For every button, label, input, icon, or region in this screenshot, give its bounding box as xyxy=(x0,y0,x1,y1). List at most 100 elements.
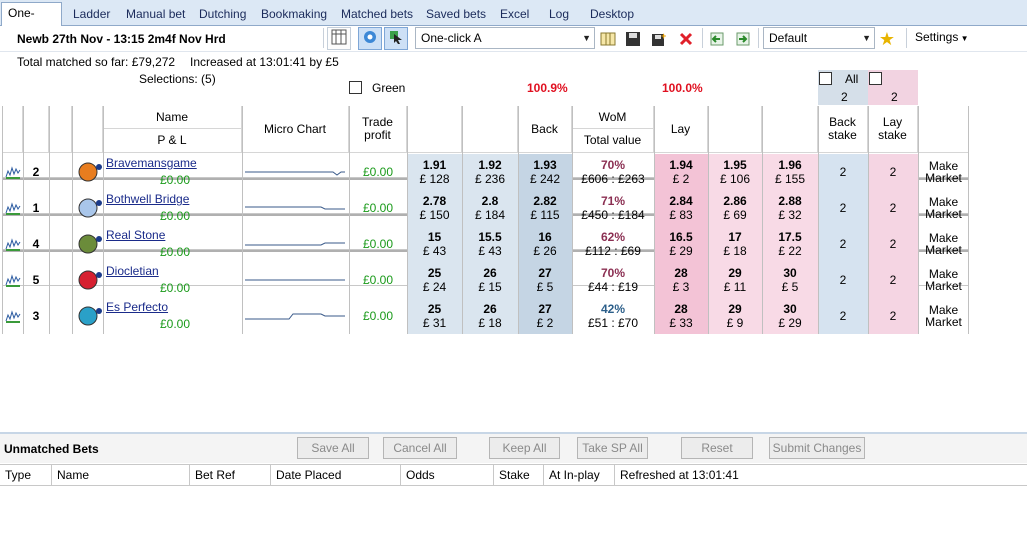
tab-desktop[interactable]: Desktop xyxy=(584,4,640,25)
col-date-placed[interactable]: Date Placed xyxy=(271,465,401,485)
lay-stake[interactable]: 2 xyxy=(868,226,918,262)
header-lay-3[interactable] xyxy=(762,106,818,153)
tab-manual-bet[interactable]: Manual bet xyxy=(120,4,191,25)
lay-price-3[interactable]: 2.88 £ 32 xyxy=(762,190,818,226)
lay-price-2[interactable]: 29 £ 11 xyxy=(708,262,762,298)
header-wom[interactable]: WoM xyxy=(572,106,654,129)
header-lay-stake[interactable]: Lay stake xyxy=(868,106,918,153)
back-price-best[interactable]: 2.82 £ 115 xyxy=(518,190,572,226)
lay-stake[interactable]: 2 xyxy=(868,190,918,226)
header-pl[interactable]: P & L xyxy=(103,129,242,153)
back-price-3[interactable]: 1.91 £ 128 xyxy=(407,154,462,190)
header-lay[interactable]: Lay xyxy=(654,106,708,153)
back-price-3[interactable]: 25 £ 24 xyxy=(407,262,462,298)
settings-menu[interactable]: Settings ▼ xyxy=(915,30,969,44)
lay-price-2[interactable]: 29 £ 9 xyxy=(708,298,762,334)
lay-stake[interactable]: 2 xyxy=(868,262,918,298)
all-back-checkbox[interactable] xyxy=(819,72,832,85)
tab-matched-bets[interactable]: Matched bets xyxy=(335,4,419,25)
reset-button[interactable]: Reset xyxy=(681,437,753,459)
col-name[interactable]: Name xyxy=(52,465,190,485)
lay-price-2[interactable]: 1.95 £ 106 xyxy=(708,154,762,190)
tab-ladder[interactable]: Ladder xyxy=(67,4,116,25)
header-blank[interactable] xyxy=(2,106,23,153)
lay-price-best[interactable]: 1.94 £ 2 xyxy=(654,154,708,190)
lay-price-2[interactable]: 2.86 £ 69 xyxy=(708,190,762,226)
col-bet-ref[interactable]: Bet Ref xyxy=(190,465,271,485)
back-price-2[interactable]: 2.8 £ 184 xyxy=(462,190,518,226)
back-price-best[interactable]: 27 £ 2 xyxy=(518,298,572,334)
runner-name[interactable]: Bravemansgame xyxy=(106,156,241,170)
header-back-stake[interactable]: Back stake xyxy=(818,106,868,153)
back-price-3[interactable]: 15 £ 43 xyxy=(407,226,462,262)
keep-all-button[interactable]: Keep All xyxy=(489,437,560,459)
chart-icon[interactable] xyxy=(2,157,23,187)
make-market-button[interactable]: Make Market xyxy=(918,298,969,334)
lay-price-2[interactable]: 17 £ 18 xyxy=(708,226,762,262)
tab-saved-bets[interactable]: Saved bets xyxy=(420,4,492,25)
make-market-button[interactable]: Make Market xyxy=(918,226,969,262)
back-price-best[interactable]: 16 £ 26 xyxy=(518,226,572,262)
save-all-button[interactable]: Save All xyxy=(297,437,369,459)
header-back[interactable]: Back xyxy=(518,106,572,153)
header-back-3[interactable] xyxy=(407,106,462,153)
green-checkbox[interactable] xyxy=(349,81,362,94)
back-price-2[interactable]: 1.92 £ 236 xyxy=(462,154,518,190)
back-price-3[interactable]: 25 £ 31 xyxy=(407,298,462,334)
header-micro-chart[interactable]: Micro Chart xyxy=(242,106,349,153)
lay-price-3[interactable]: 30 £ 29 xyxy=(762,298,818,334)
preset-select[interactable]: Default ▼ xyxy=(763,27,875,49)
back-price-best[interactable]: 27 £ 5 xyxy=(518,262,572,298)
lay-price-3[interactable]: 1.96 £ 155 xyxy=(762,154,818,190)
export-icon[interactable] xyxy=(734,30,752,48)
make-market-button[interactable]: Make Market xyxy=(918,262,969,298)
make-market-button[interactable]: Make Market xyxy=(918,154,969,190)
lay-price-best[interactable]: 28 £ 3 xyxy=(654,262,708,298)
settings-gear-button[interactable] xyxy=(358,27,382,50)
back-stake[interactable]: 2 xyxy=(818,226,868,262)
make-market-button[interactable]: Make Market xyxy=(918,190,969,226)
runner-name[interactable]: Bothwell Bridge xyxy=(106,192,241,206)
runner-name[interactable]: Real Stone xyxy=(106,228,241,242)
submit-changes-button[interactable]: Submit Changes xyxy=(769,437,865,459)
col-type[interactable]: Type xyxy=(0,465,52,485)
lay-stake[interactable]: 2 xyxy=(868,154,918,190)
grid-view-button[interactable] xyxy=(327,27,351,50)
header-blank[interactable] xyxy=(49,106,72,153)
star-icon[interactable]: ★ xyxy=(878,29,896,49)
chart-icon[interactable] xyxy=(2,229,23,259)
header-back-2[interactable] xyxy=(462,106,518,153)
tab-dutching[interactable]: Dutching xyxy=(193,4,252,25)
lay-price-best[interactable]: 16.5 £ 29 xyxy=(654,226,708,262)
tab-one-click[interactable]: One-click xyxy=(1,2,62,40)
lay-price-3[interactable]: 17.5 £ 22 xyxy=(762,226,818,262)
col-odds[interactable]: Odds xyxy=(401,465,494,485)
back-price-2[interactable]: 26 £ 15 xyxy=(462,262,518,298)
back-stake[interactable]: 2 xyxy=(818,262,868,298)
header-blank[interactable] xyxy=(72,106,103,153)
lay-price-best[interactable]: 28 £ 33 xyxy=(654,298,708,334)
back-price-3[interactable]: 2.78 £ 150 xyxy=(407,190,462,226)
chart-icon[interactable] xyxy=(2,193,23,223)
back-price-2[interactable]: 15.5 £ 43 xyxy=(462,226,518,262)
runner-name[interactable]: Es Perfecto xyxy=(106,300,241,314)
header-blank[interactable] xyxy=(23,106,49,153)
header-name[interactable]: Name xyxy=(103,106,242,129)
lay-stake[interactable]: 2 xyxy=(868,298,918,334)
chart-icon[interactable] xyxy=(2,301,23,331)
chart-icon[interactable] xyxy=(2,265,23,295)
tab-log[interactable]: Log xyxy=(543,4,575,25)
back-stake[interactable]: 2 xyxy=(818,154,868,190)
back-price-2[interactable]: 26 £ 18 xyxy=(462,298,518,334)
back-stake[interactable]: 2 xyxy=(818,190,868,226)
lay-price-3[interactable]: 30 £ 5 xyxy=(762,262,818,298)
lay-price-best[interactable]: 2.84 £ 83 xyxy=(654,190,708,226)
profile-select[interactable]: One-click A ▼ xyxy=(415,27,595,49)
tab-bookmaking[interactable]: Bookmaking xyxy=(255,4,333,25)
cursor-button[interactable] xyxy=(384,27,408,50)
delete-icon[interactable] xyxy=(677,30,695,48)
cancel-all-button[interactable]: Cancel All xyxy=(383,437,457,459)
back-stake[interactable]: 2 xyxy=(818,298,868,334)
import-icon[interactable] xyxy=(708,30,726,48)
header-trade-profit[interactable]: Trade profit xyxy=(349,106,407,153)
